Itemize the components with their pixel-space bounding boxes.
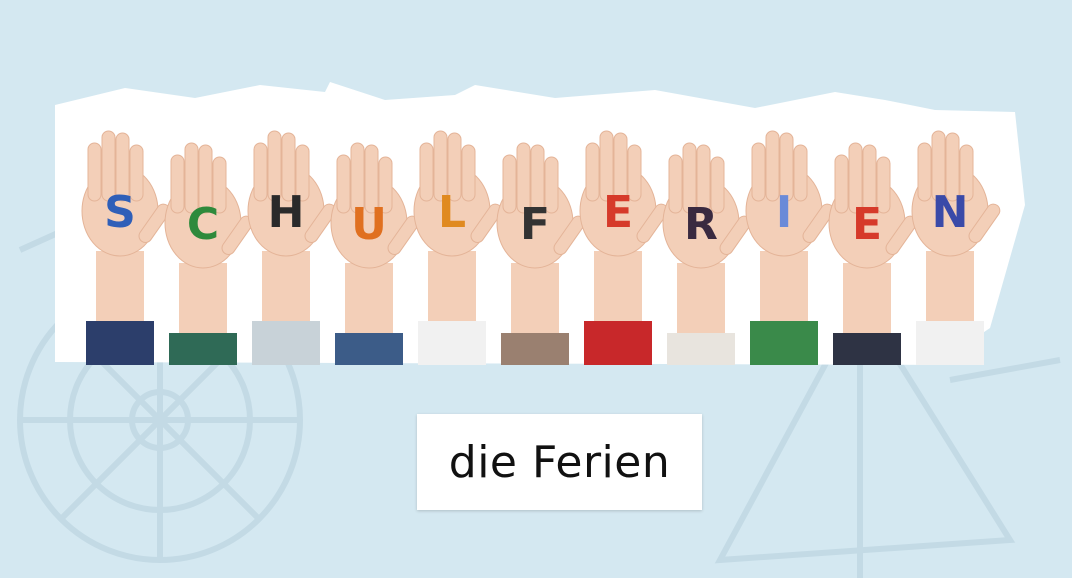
finger (793, 144, 808, 202)
finger (170, 154, 185, 214)
hand-letter: U (351, 199, 387, 250)
finger (751, 142, 766, 202)
finger (419, 142, 434, 202)
hand-letter: E (603, 187, 633, 238)
finger (585, 142, 600, 202)
finger (336, 154, 351, 214)
finger (668, 154, 683, 214)
hand-letter: S (104, 187, 136, 238)
hand-letter: H (268, 187, 305, 238)
sleeve (418, 321, 486, 365)
finger (917, 142, 932, 202)
sleeve (750, 321, 818, 365)
hand-letter: N (932, 187, 969, 238)
hand-letter: L (438, 187, 466, 238)
sleeve (584, 321, 652, 365)
caption-card: die Ferien (417, 414, 702, 510)
sleeve (501, 333, 569, 365)
hand-letter: R (684, 199, 718, 250)
sleeve (335, 333, 403, 365)
kids-hands-photo: SCHULFERIEN (55, 82, 1025, 365)
sleeve (169, 333, 237, 365)
finger (502, 154, 517, 214)
hand-letter: F (520, 199, 550, 250)
sleeve (916, 321, 984, 365)
hand-letter: C (187, 199, 219, 250)
sleeve (833, 333, 901, 365)
sleeve (86, 321, 154, 365)
hand-letter: E (852, 199, 882, 250)
finger (253, 142, 268, 202)
caption-label: die Ferien (448, 436, 671, 488)
sleeve (667, 333, 735, 365)
sleeve (252, 321, 320, 365)
hand-letter: I (776, 187, 792, 238)
finger (87, 142, 102, 202)
finger (834, 154, 849, 214)
